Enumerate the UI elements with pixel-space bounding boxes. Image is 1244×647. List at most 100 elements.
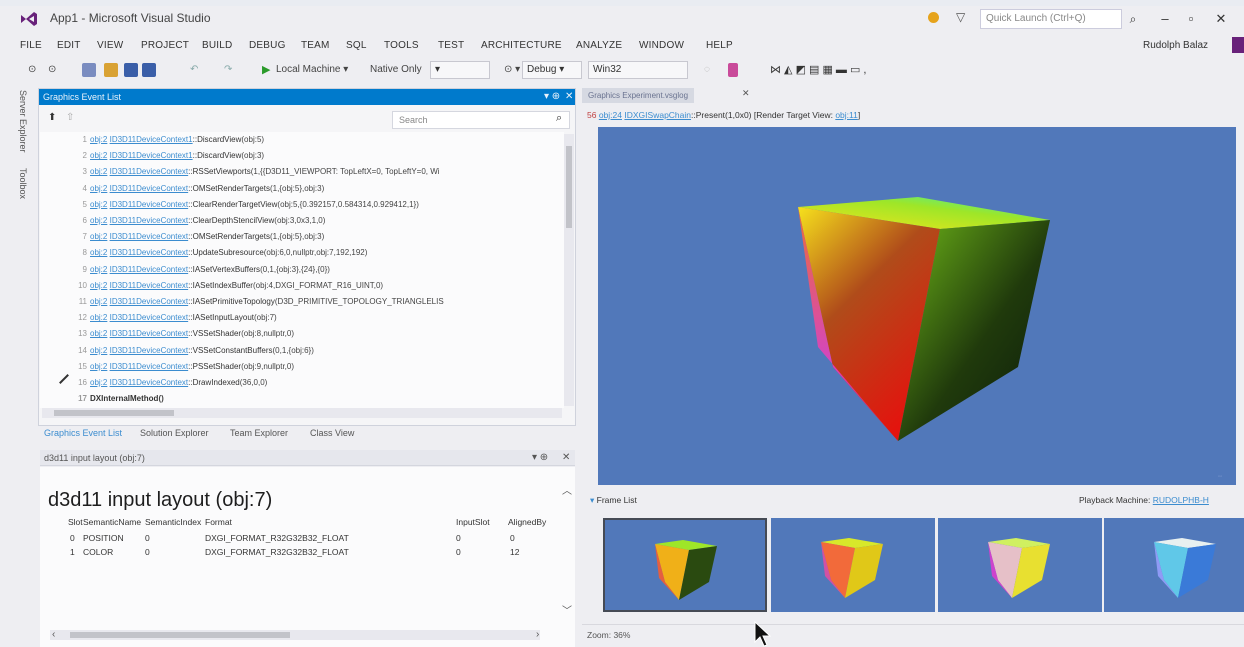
frame-thumbnail[interactable] bbox=[1104, 518, 1244, 612]
menu-edit[interactable]: EDIT bbox=[57, 40, 81, 51]
frame-thumbnail[interactable] bbox=[603, 518, 767, 612]
event-row[interactable]: 10 obj:2 ID3D11DeviceContext::IASetIndexB… bbox=[40, 278, 383, 294]
event-list-hscrollbar[interactable] bbox=[42, 408, 562, 418]
event-context-link[interactable]: ID3D11DeviceContext bbox=[110, 216, 189, 225]
event-context-link[interactable]: ID3D11DeviceContext bbox=[110, 313, 189, 322]
menu-tools[interactable]: TOOLS bbox=[384, 40, 419, 51]
start-debugging-icon[interactable]: ▶ bbox=[262, 62, 270, 78]
menu-architecture[interactable]: ARCHITECTURE bbox=[481, 40, 562, 51]
tab-graphics-event-list[interactable]: Graphics Event List bbox=[44, 428, 122, 438]
event-row[interactable]: 17 DXInternalMethod() bbox=[40, 391, 164, 407]
menu-build[interactable]: BUILD bbox=[202, 40, 232, 51]
event-object-link[interactable]: obj:2 bbox=[90, 313, 107, 322]
back-icon[interactable]: ⊙ bbox=[28, 62, 36, 78]
menu-help[interactable]: HELP bbox=[706, 40, 733, 51]
event-row[interactable]: 1 obj:2 ID3D11DeviceContext1::DiscardView… bbox=[40, 132, 265, 148]
undo-icon[interactable]: ↶ bbox=[190, 62, 198, 78]
playback-machine-link[interactable]: RUDOLPHB-H bbox=[1153, 495, 1209, 505]
scroll-right-icon[interactable]: › bbox=[536, 629, 539, 640]
menu-view[interactable]: VIEW bbox=[97, 40, 123, 51]
scrollbar-thumb[interactable] bbox=[566, 146, 572, 228]
event-context-link[interactable]: ID3D11DeviceContext bbox=[110, 200, 189, 209]
event-row[interactable]: 13 obj:2 ID3D11DeviceContext::VSSetShader… bbox=[40, 326, 294, 342]
event-context-link[interactable]: ID3D11DeviceContext bbox=[110, 248, 189, 257]
event-object-link[interactable]: obj:2 bbox=[90, 184, 107, 193]
feedback-filter-icon[interactable]: ▽ bbox=[956, 10, 965, 24]
menu-sql[interactable]: SQL bbox=[346, 40, 367, 51]
layout-hscrollbar-thumb[interactable] bbox=[70, 632, 290, 638]
event-row[interactable]: 8 obj:2 ID3D11DeviceContext::UpdateSubres… bbox=[40, 245, 368, 261]
save-icon[interactable] bbox=[124, 63, 138, 77]
layout-scroll-up-icon[interactable]: ︿ bbox=[562, 482, 572, 497]
menu-debug[interactable]: DEBUG bbox=[249, 40, 286, 51]
event-object-link[interactable]: obj:2 bbox=[90, 167, 107, 176]
event-context-link[interactable]: ID3D11DeviceContext bbox=[110, 346, 189, 355]
user-avatar[interactable] bbox=[1232, 37, 1244, 53]
attach-icon[interactable]: ◌ bbox=[704, 62, 710, 78]
event-object-link[interactable]: obj:2 bbox=[90, 200, 107, 209]
pin-icon[interactable]: ▾ ⊕ bbox=[544, 89, 560, 105]
toolbox-tab[interactable]: Toolbox bbox=[18, 168, 28, 199]
nav-icon[interactable]: ⊙ ▾ bbox=[504, 62, 520, 78]
event-row[interactable]: 6 obj:2 ID3D11DeviceContext::ClearDepthSt… bbox=[40, 213, 326, 229]
event-object-link[interactable]: obj:2 bbox=[90, 232, 107, 241]
event-object-link[interactable]: obj:2 bbox=[90, 265, 107, 274]
debugger-type-select[interactable]: Native Only bbox=[370, 62, 422, 78]
event-search-input[interactable]: Search bbox=[392, 111, 570, 129]
new-project-icon[interactable] bbox=[82, 63, 96, 77]
event-row[interactable]: 4 obj:2 ID3D11DeviceContext::OMSetRenderT… bbox=[40, 181, 325, 197]
event-object-link[interactable]: obj:2 bbox=[90, 248, 107, 257]
menu-project[interactable]: PROJECT bbox=[141, 40, 189, 51]
search-icon[interactable]: ⌕ bbox=[556, 112, 562, 125]
frame-thumbnail[interactable] bbox=[938, 518, 1102, 612]
previous-event-icon[interactable]: ⬆ bbox=[48, 112, 56, 123]
tab-solution-explorer[interactable]: Solution Explorer bbox=[140, 428, 209, 438]
event-object-link[interactable]: obj:2 bbox=[90, 378, 107, 387]
event-context-link[interactable]: ID3D11DeviceContext1 bbox=[110, 151, 193, 160]
event-object-link[interactable]: obj:2 bbox=[90, 346, 107, 355]
present-context-link[interactable]: IDXGISwapChain bbox=[624, 110, 691, 120]
event-context-link[interactable]: ID3D11DeviceContext bbox=[110, 281, 189, 290]
signed-in-user[interactable]: Rudolph Balaz bbox=[1143, 40, 1208, 51]
scroll-left-icon[interactable]: ‹ bbox=[52, 629, 55, 640]
event-row[interactable]: 9 obj:2 ID3D11DeviceContext::IASetVertexB… bbox=[40, 262, 330, 278]
forward-icon[interactable]: ⊙ bbox=[48, 62, 56, 78]
event-object-link[interactable]: obj:2 bbox=[90, 281, 107, 290]
run-target-select[interactable]: Local Machine ▾ bbox=[276, 62, 348, 78]
menu-window[interactable]: WINDOW bbox=[639, 40, 684, 51]
notification-icon[interactable] bbox=[928, 12, 939, 23]
graphics-log-tab[interactable]: Graphics Experiment.vsglog bbox=[582, 88, 695, 103]
layout-pin-icon[interactable]: ▾ ⊕ bbox=[532, 450, 548, 466]
graphics-tools-icons[interactable]: ⋈ ◭ ◩ ▤ ▦ ▬ ▭ , bbox=[770, 62, 866, 78]
hscrollbar-thumb[interactable] bbox=[54, 410, 174, 416]
event-context-link[interactable]: ID3D11DeviceContext bbox=[110, 265, 189, 274]
event-context-link[interactable]: ID3D11DeviceContext bbox=[110, 167, 189, 176]
event-object-link[interactable]: obj:2 bbox=[90, 151, 107, 160]
platform-select[interactable]: Win32 bbox=[588, 61, 688, 79]
graphics-log-tab-close-icon[interactable]: ✕ bbox=[742, 88, 750, 99]
redo-icon[interactable]: ↷ bbox=[224, 62, 232, 78]
event-object-link[interactable]: obj:2 bbox=[90, 297, 107, 306]
event-context-link[interactable]: ID3D11DeviceContext bbox=[110, 378, 189, 387]
menu-file[interactable]: FILE bbox=[20, 40, 42, 51]
event-row[interactable]: 16 obj:2 ID3D11DeviceContext::DrawIndexed… bbox=[40, 375, 267, 391]
event-context-link[interactable]: ID3D11DeviceContext bbox=[110, 184, 189, 193]
render-target-viewport[interactable] bbox=[598, 127, 1236, 485]
layout-hscrollbar[interactable] bbox=[50, 630, 540, 640]
event-context-link[interactable]: ID3D11DeviceContext bbox=[110, 329, 189, 338]
layout-scroll-down-icon[interactable]: ﹀ bbox=[562, 602, 572, 617]
menu-analyze[interactable]: ANALYZE bbox=[576, 40, 622, 51]
frame-list-header[interactable]: ▾ Frame List bbox=[590, 495, 637, 506]
event-row[interactable]: 3 obj:2 ID3D11DeviceContext::RSSetViewpor… bbox=[40, 164, 440, 180]
event-context-link[interactable]: ID3D11DeviceContext bbox=[110, 362, 189, 371]
close-panel-icon[interactable]: ✕ bbox=[565, 89, 573, 105]
maximize-icon[interactable]: ▫ bbox=[1178, 10, 1204, 28]
event-context-link[interactable]: ID3D11DeviceContext bbox=[110, 297, 189, 306]
frame-thumbnail[interactable] bbox=[771, 518, 935, 612]
present-object-link[interactable]: obj:24 bbox=[599, 110, 622, 120]
next-event-icon[interactable]: ⇧ bbox=[66, 112, 74, 123]
graphics-capture-icon[interactable] bbox=[728, 63, 738, 77]
debugger-dropdown[interactable]: ▾ bbox=[430, 61, 490, 79]
event-object-link[interactable]: obj:2 bbox=[90, 135, 107, 144]
close-icon[interactable]: ✕ bbox=[1208, 10, 1234, 28]
